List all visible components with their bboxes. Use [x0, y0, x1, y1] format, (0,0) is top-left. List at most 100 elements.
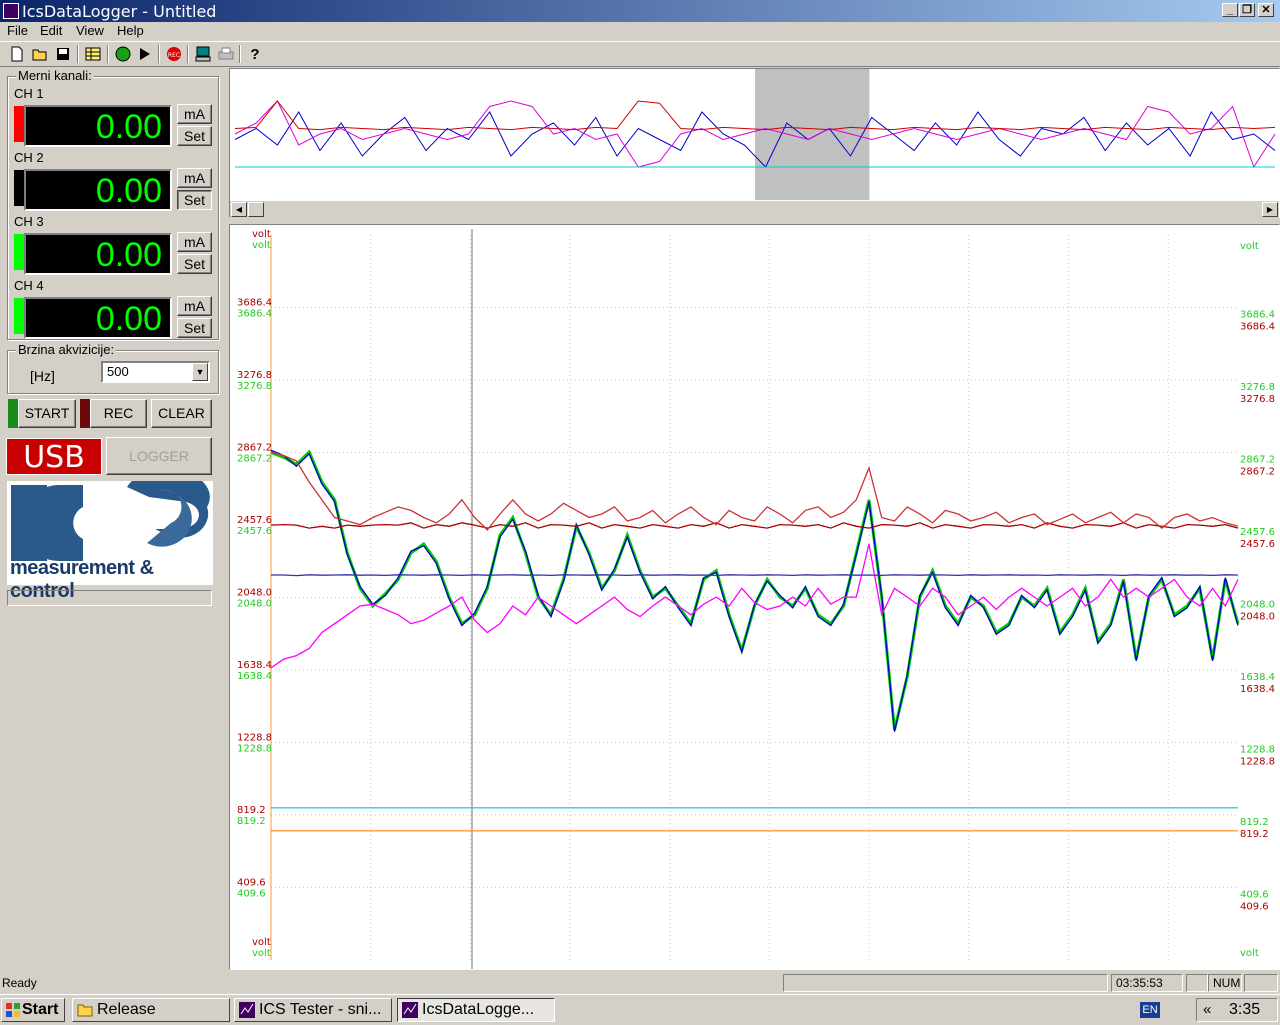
menu-file[interactable]: File: [7, 23, 28, 38]
y-tick-label-right: 819.2: [1240, 817, 1269, 828]
y-tick-label-right: 3276.8: [1240, 382, 1275, 393]
channel-color-indicator: [14, 234, 24, 270]
y-tick-label-left: 3276.8: [237, 370, 272, 381]
main-chart[interactable]: 409.6409.6409.6409.6819.2819.2819.2819.2…: [229, 224, 1280, 970]
channel-label: CH 3: [14, 214, 44, 229]
scroll-thumb[interactable]: [248, 202, 264, 217]
task-release[interactable]: Release: [72, 998, 230, 1022]
task-ics-tester[interactable]: ICS Tester - sni...: [234, 998, 392, 1022]
app-icon: [402, 1002, 418, 1018]
y-tick-label-right: 1638.4: [1240, 672, 1275, 683]
clear-button[interactable]: CLEAR: [151, 399, 212, 428]
channel-set-button[interactable]: Set: [177, 190, 212, 210]
channel-value-display: 0.00: [24, 169, 172, 211]
y-axis-label-left: volt: [252, 240, 271, 251]
y-axis-label-right: volt: [1240, 948, 1259, 959]
menu-help[interactable]: Help: [117, 23, 144, 38]
restore-button[interactable]: ❐: [1239, 3, 1255, 17]
close-button[interactable]: ✕: [1258, 3, 1274, 17]
go-icon[interactable]: [114, 45, 132, 63]
status-num: NUM: [1208, 974, 1242, 992]
channel-label: CH 1: [14, 86, 44, 101]
y-tick-label-left: 1638.4: [237, 660, 272, 671]
y-tick-label-right: 2867.2: [1240, 455, 1275, 466]
play-icon[interactable]: [136, 45, 154, 63]
y-tick-label-right: 2457.6: [1240, 527, 1275, 538]
y-tick-label-left: 3276.8: [237, 381, 272, 392]
channel-set-button[interactable]: Set: [177, 254, 212, 274]
progress-bar: [7, 590, 212, 606]
overview-chart[interactable]: ◀ ▶: [229, 68, 1280, 218]
y-tick-label-left: 2048.0: [237, 599, 272, 610]
channel-unit-button[interactable]: mA: [177, 104, 212, 124]
overview-plot: [230, 69, 1279, 201]
y-tick-label-left: 2048.0: [237, 588, 272, 599]
start-label: Start: [22, 1001, 58, 1018]
y-tick-label-right: 2867.2: [1240, 467, 1275, 478]
y-tick-label-right: 2048.0: [1240, 612, 1275, 623]
start-button[interactable]: START: [18, 399, 76, 428]
task-release-label: Release: [97, 1001, 156, 1018]
tray-chevron-icon[interactable]: «: [1203, 1001, 1211, 1018]
status-time: 03:35:53: [1111, 974, 1183, 992]
channels-group-label: Merni kanali:: [16, 68, 94, 83]
monitor-icon[interactable]: [194, 45, 212, 63]
series-line: [271, 452, 1238, 530]
y-axis-label-left: volt: [252, 948, 271, 959]
y-tick-label-left: 409.6: [237, 878, 266, 889]
menu-bar: File Edit View Help: [0, 22, 1280, 40]
minimize-button[interactable]: _: [1222, 3, 1238, 17]
channel-unit-button[interactable]: mA: [177, 232, 212, 252]
ics-logo: measurement & control: [7, 481, 213, 585]
start-indicator: [8, 399, 18, 428]
y-tick-label-left: 1638.4: [237, 671, 272, 682]
menu-view[interactable]: View: [76, 23, 104, 38]
new-icon[interactable]: [8, 45, 26, 63]
task-icsdatalogger[interactable]: IcsDataLogge...: [397, 998, 555, 1022]
y-tick-label-right: 3276.8: [1240, 394, 1275, 405]
status-bar: Ready 03:35:53 NUM: [0, 972, 1280, 994]
channel-set-button[interactable]: Set: [177, 126, 212, 146]
y-tick-label-left: 3686.4: [237, 298, 272, 309]
start-menu-button[interactable]: Start: [1, 998, 65, 1022]
menu-edit[interactable]: Edit: [40, 23, 62, 38]
y-tick-label-left: 819.2: [237, 816, 266, 827]
y-tick-label-left: 1228.8: [237, 744, 272, 755]
chevron-down-icon[interactable]: ▼: [192, 363, 208, 381]
logger-button[interactable]: LOGGER: [106, 437, 212, 475]
y-tick-label-right: 2048.0: [1240, 600, 1275, 611]
window-title: IcsDataLogger - Untitled: [22, 2, 216, 21]
main-plot: 409.6409.6409.6409.6819.2819.2819.2819.2…: [230, 225, 1279, 969]
series-line: [271, 452, 1238, 730]
print-icon[interactable]: [217, 45, 235, 63]
y-tick-label-right: 3686.4: [1240, 310, 1275, 321]
taskbar: Start Release ICS Tester - sni... IcsDat…: [0, 994, 1280, 1025]
help-icon[interactable]: ?: [246, 45, 264, 63]
channel-label: CH 2: [14, 150, 44, 165]
channel-unit-button[interactable]: mA: [177, 296, 212, 316]
rate-select[interactable]: 500 ▼: [101, 361, 210, 383]
task-icsdatalogger-label: IcsDataLogge...: [422, 1001, 534, 1018]
channel-unit-button[interactable]: mA: [177, 168, 212, 188]
channel-color-indicator: [14, 298, 24, 334]
status-text: Ready: [2, 976, 37, 990]
save-icon[interactable]: [54, 45, 72, 63]
scroll-left-icon[interactable]: ◀: [231, 202, 247, 217]
rate-group-label: Brzina akvizicije:: [16, 342, 116, 357]
grid-icon[interactable]: [84, 45, 102, 63]
channel-color-indicator: [14, 106, 24, 142]
y-axis-label-left: volt: [252, 229, 271, 240]
open-icon[interactable]: [31, 45, 49, 63]
y-tick-label-right: 409.6: [1240, 890, 1269, 901]
status-panel-empty2: [1186, 974, 1208, 992]
language-indicator[interactable]: EN: [1140, 1002, 1160, 1018]
series-line: [271, 523, 1238, 528]
task-ics-tester-label: ICS Tester - sni...: [259, 1001, 381, 1018]
overview-scrollbar[interactable]: ◀ ▶: [230, 200, 1279, 218]
channel-label: CH 4: [14, 278, 44, 293]
y-tick-label-right: 409.6: [1240, 902, 1269, 913]
record-icon[interactable]: REC: [165, 45, 183, 63]
rec-button[interactable]: REC: [90, 399, 147, 428]
channel-set-button[interactable]: Set: [177, 318, 212, 338]
scroll-right-icon[interactable]: ▶: [1262, 202, 1278, 217]
